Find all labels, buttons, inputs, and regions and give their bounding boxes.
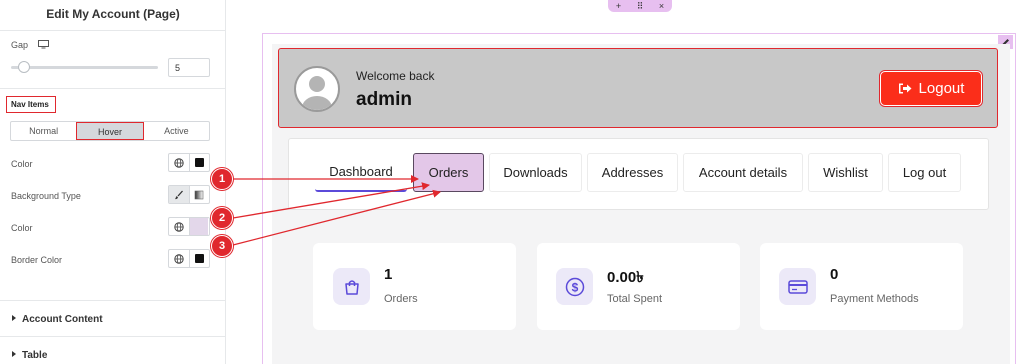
gap-slider-track[interactable] <box>11 66 158 69</box>
text-color-swatch[interactable] <box>188 154 210 171</box>
stat-label-payment-methods: Payment Methods <box>830 293 919 305</box>
black-swatch <box>194 158 204 167</box>
nav-wishlist[interactable]: Wishlist <box>808 153 883 192</box>
tab-normal[interactable]: Normal <box>11 122 76 140</box>
divider <box>0 88 226 89</box>
divider <box>0 336 226 337</box>
gradient-icon <box>194 190 204 199</box>
gradient-background-button[interactable] <box>188 186 210 203</box>
nav-dashboard[interactable]: Dashboard <box>315 153 407 192</box>
tab-active[interactable]: Active <box>144 122 209 140</box>
welcome-greeting: Welcome back <box>356 69 435 83</box>
account-content-label: Account Content <box>22 314 103 325</box>
nav-downloads[interactable]: Downloads <box>489 153 582 192</box>
classic-background-button[interactable] <box>169 186 189 203</box>
caret-right-icon <box>12 351 16 357</box>
panel-title: Edit My Account (Page) <box>46 7 180 21</box>
monitor-icon[interactable] <box>38 40 49 49</box>
global-color-button[interactable] <box>169 250 189 267</box>
black-swatch <box>194 254 204 263</box>
nav-log-out[interactable]: Log out <box>888 153 961 192</box>
step-badge-1: 1 <box>211 168 233 190</box>
user-silhouette-icon <box>302 76 332 110</box>
gap-slider-handle[interactable] <box>18 61 31 73</box>
text-color-label: Color <box>11 159 33 169</box>
dollar-circle-icon: $ <box>556 268 593 305</box>
drag-handle-icon[interactable]: ⠿ <box>637 1 644 12</box>
border-color-swatch[interactable] <box>188 250 210 267</box>
table-section[interactable]: Table <box>12 350 47 361</box>
stat-value-orders: 1 <box>384 266 393 283</box>
background-color-swatch[interactable] <box>188 218 210 235</box>
background-type-control <box>168 185 210 204</box>
state-tabs: Normal Hover Active <box>10 121 210 141</box>
svg-text:$: $ <box>571 280 578 294</box>
logout-label: Logout <box>918 80 965 97</box>
nav-account-details[interactable]: Account details <box>683 153 803 192</box>
background-type-label: Background Type <box>11 191 81 201</box>
stat-label-orders: Orders <box>384 293 418 305</box>
nav-items-heading: Nav Items <box>6 96 56 113</box>
lilac-swatch <box>190 218 209 235</box>
border-color-label: Border Color <box>11 255 63 265</box>
step-badge-3: 3 <box>211 235 233 257</box>
background-color-control <box>168 217 210 236</box>
avatar <box>294 66 340 112</box>
global-color-button[interactable] <box>169 218 189 235</box>
nav-addresses[interactable]: Addresses <box>587 153 678 192</box>
stat-value-payment-methods: 0 <box>830 266 839 283</box>
section-toolbar: + ⠿ × <box>608 0 672 12</box>
background-color-label: Color <box>11 223 33 233</box>
border-color-control <box>168 249 210 268</box>
divider <box>0 30 226 31</box>
globe-icon <box>174 253 184 264</box>
table-label: Table <box>22 350 48 361</box>
tab-hover[interactable]: Hover <box>76 122 144 140</box>
username: admin <box>356 89 412 110</box>
step-badge-2: 2 <box>211 207 233 229</box>
account-content-section[interactable]: Account Content <box>12 314 103 325</box>
stat-label-total-spent: Total Spent <box>607 293 663 305</box>
globe-icon <box>174 221 184 232</box>
delete-section-icon[interactable]: × <box>659 1 664 11</box>
editor-panel: Edit My Account (Page) Gap 5 Nav Items N… <box>0 0 226 364</box>
credit-card-icon <box>779 268 816 305</box>
caret-right-icon <box>12 315 16 321</box>
gap-label: Gap <box>11 40 29 50</box>
divider <box>0 300 226 301</box>
nav-orders[interactable]: Orders <box>413 153 484 192</box>
gap-input[interactable]: 5 <box>168 58 210 77</box>
add-section-icon[interactable]: + <box>616 1 621 11</box>
text-color-control <box>168 153 210 172</box>
stat-value-total-spent: 0.00৳ <box>607 269 644 286</box>
brush-icon <box>174 190 183 199</box>
globe-icon <box>174 157 184 168</box>
logout-button[interactable]: Logout <box>880 71 982 106</box>
global-color-button[interactable] <box>169 154 189 171</box>
sign-out-icon <box>898 83 912 94</box>
shopping-bag-icon <box>333 268 370 305</box>
